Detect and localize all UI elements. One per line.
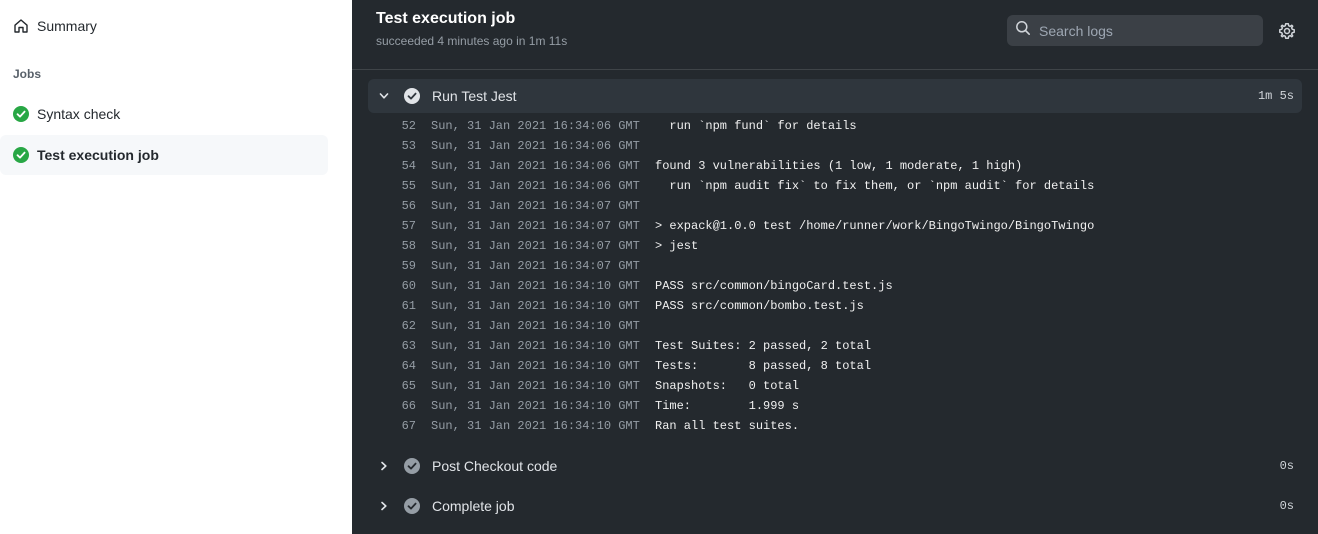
log-line: 65 Sun, 31 Jan 2021 16:34:10 GMT Snapshots… [352, 376, 1318, 396]
log-line-number: 58 [401, 239, 416, 253]
log-line: 54 Sun, 31 Jan 2021 16:34:06 GMT found 3 v… [352, 156, 1318, 176]
log-line: 58 Sun, 31 Jan 2021 16:34:07 GMT > jest [352, 236, 1318, 256]
log-line: 55 Sun, 31 Jan 2021 16:34:06 GMT run `npm… [352, 176, 1318, 196]
step-duration: 0s [1279, 499, 1294, 513]
job-title: Test execution job [376, 10, 516, 27]
sidebar: Summary Jobs Syntax check Test execution… [0, 0, 352, 534]
log-line: 62 Sun, 31 Jan 2021 16:34:10 GMT [352, 316, 1318, 336]
log-timestamp: Sun, 31 Jan 2021 16:34:06 GMT [431, 179, 640, 193]
log-line: 61 Sun, 31 Jan 2021 16:34:10 GMT PASS src/… [352, 296, 1318, 316]
log-line: 56 Sun, 31 Jan 2021 16:34:07 GMT [352, 196, 1318, 216]
step-name: Complete job [432, 498, 515, 514]
log-line: 66 Sun, 31 Jan 2021 16:34:10 GMT Time: 1.9… [352, 396, 1318, 416]
log-line: 53 Sun, 31 Jan 2021 16:34:06 GMT [352, 136, 1318, 156]
step-run-test-jest[interactable]: Run Test Jest 1m 5s [368, 79, 1302, 113]
job-status: succeeded 4 minutes ago in 1m 11s [376, 34, 568, 48]
log-message: run `npm audit fix` to fix them, or `npm… [655, 179, 1095, 193]
log-message: Snapshots: 0 total [655, 379, 800, 393]
log-line-number: 66 [401, 399, 416, 413]
log-line-number: 64 [401, 359, 416, 373]
log-line-number: 57 [401, 219, 416, 233]
log-line-number: 52 [401, 119, 416, 133]
log-timestamp: Sun, 31 Jan 2021 16:34:10 GMT [431, 319, 640, 333]
chevron-down-icon [376, 88, 392, 104]
log-line: 60 Sun, 31 Jan 2021 16:34:10 GMT PASS src/… [352, 276, 1318, 296]
log-timestamp: Sun, 31 Jan 2021 16:34:07 GMT [431, 239, 640, 253]
home-icon [12, 17, 30, 35]
log-message: found 3 vulnerabilities (1 low, 1 modera… [655, 159, 1023, 173]
sidebar-item-test-execution-job[interactable]: Test execution job [0, 135, 328, 175]
log-timestamp: Sun, 31 Jan 2021 16:34:06 GMT [431, 159, 640, 173]
log-message: Test Suites: 2 passed, 2 total [655, 339, 872, 353]
step-name: Post Checkout code [432, 458, 558, 474]
sidebar-item-summary[interactable]: Summary [0, 6, 328, 46]
jobs-heading: Jobs [13, 67, 42, 81]
log-line-number: 67 [401, 419, 416, 433]
log-line: 57 Sun, 31 Jan 2021 16:34:07 GMT > expack@… [352, 216, 1318, 236]
log-timestamp: Sun, 31 Jan 2021 16:34:10 GMT [431, 359, 640, 373]
log-timestamp: Sun, 31 Jan 2021 16:34:06 GMT [431, 119, 640, 133]
log-message: Time: 1.999 s [655, 399, 800, 413]
chevron-right-icon [376, 498, 392, 514]
log-timestamp: Sun, 31 Jan 2021 16:34:07 GMT [431, 199, 640, 213]
log-timestamp: Sun, 31 Jan 2021 16:34:10 GMT [431, 379, 640, 393]
sidebar-item-label: Summary [37, 18, 97, 34]
log-line-number: 62 [401, 319, 416, 333]
log-line-number: 54 [401, 159, 416, 173]
log-line: 67 Sun, 31 Jan 2021 16:34:10 GMT Ran all t… [352, 416, 1318, 436]
check-circle-icon [404, 498, 420, 514]
step-duration: 1m 5s [1257, 89, 1294, 103]
check-circle-icon [12, 105, 30, 123]
log-timestamp: Sun, 31 Jan 2021 16:34:10 GMT [431, 299, 640, 313]
log-line-number: 61 [401, 299, 416, 313]
log-message: PASS src/common/bombo.test.js [655, 299, 864, 313]
log-line: 63 Sun, 31 Jan 2021 16:34:10 GMT Test Suit… [352, 336, 1318, 356]
log-message: > expack@1.0.0 test /home/runner/work/Bi… [655, 219, 1095, 233]
log-line-number: 63 [401, 339, 416, 353]
log-line: 59 Sun, 31 Jan 2021 16:34:07 GMT [352, 256, 1318, 276]
search-input[interactable] [1039, 22, 1249, 39]
log-line: 52 Sun, 31 Jan 2021 16:34:06 GMT run `npm… [352, 116, 1318, 136]
log-timestamp: Sun, 31 Jan 2021 16:34:10 GMT [431, 419, 640, 433]
log-message: Ran all test suites. [655, 419, 800, 433]
log-line-number: 53 [401, 139, 416, 153]
sidebar-item-label: Test execution job [37, 147, 159, 163]
log-line-number: 59 [401, 259, 416, 273]
log-timestamp: Sun, 31 Jan 2021 16:34:10 GMT [431, 339, 640, 353]
check-circle-icon [12, 146, 30, 164]
log-message: > jest [655, 239, 699, 253]
sidebar-item-syntax-check[interactable]: Syntax check [0, 94, 328, 134]
gear-icon[interactable] [1278, 22, 1296, 40]
search-icon [1015, 20, 1031, 41]
log-timestamp: Sun, 31 Jan 2021 16:34:10 GMT [431, 279, 640, 293]
log-timestamp: Sun, 31 Jan 2021 16:34:10 GMT [431, 399, 640, 413]
job-header: Test execution job succeeded 4 minutes a… [352, 0, 1318, 70]
log-line: 64 Sun, 31 Jan 2021 16:34:10 GMT Tests: 8 … [352, 356, 1318, 376]
step-duration: 0s [1279, 459, 1294, 473]
sidebar-item-label: Syntax check [37, 106, 121, 122]
log-timestamp: Sun, 31 Jan 2021 16:34:07 GMT [431, 219, 640, 233]
log-line-number: 65 [401, 379, 416, 393]
search-box[interactable] [1007, 15, 1263, 46]
log-line-number: 56 [401, 199, 416, 213]
log-line-number: 55 [401, 179, 416, 193]
step-name: Run Test Jest [432, 88, 517, 104]
check-circle-icon [404, 458, 420, 474]
log-message: run `npm fund` for details [655, 119, 857, 133]
log-line-number: 60 [401, 279, 416, 293]
log-output: 52 Sun, 31 Jan 2021 16:34:06 GMT run `npm… [352, 116, 1318, 436]
log-timestamp: Sun, 31 Jan 2021 16:34:06 GMT [431, 139, 640, 153]
step-complete-job[interactable]: Complete job 0s [368, 489, 1302, 523]
chevron-right-icon [376, 458, 392, 474]
log-panel: Test execution job succeeded 4 minutes a… [352, 0, 1318, 534]
step-post-checkout-code[interactable]: Post Checkout code 0s [368, 449, 1302, 483]
log-message: Tests: 8 passed, 8 total [655, 359, 872, 373]
log-message: PASS src/common/bingoCard.test.js [655, 279, 893, 293]
log-timestamp: Sun, 31 Jan 2021 16:34:07 GMT [431, 259, 640, 273]
check-circle-icon [404, 88, 420, 104]
